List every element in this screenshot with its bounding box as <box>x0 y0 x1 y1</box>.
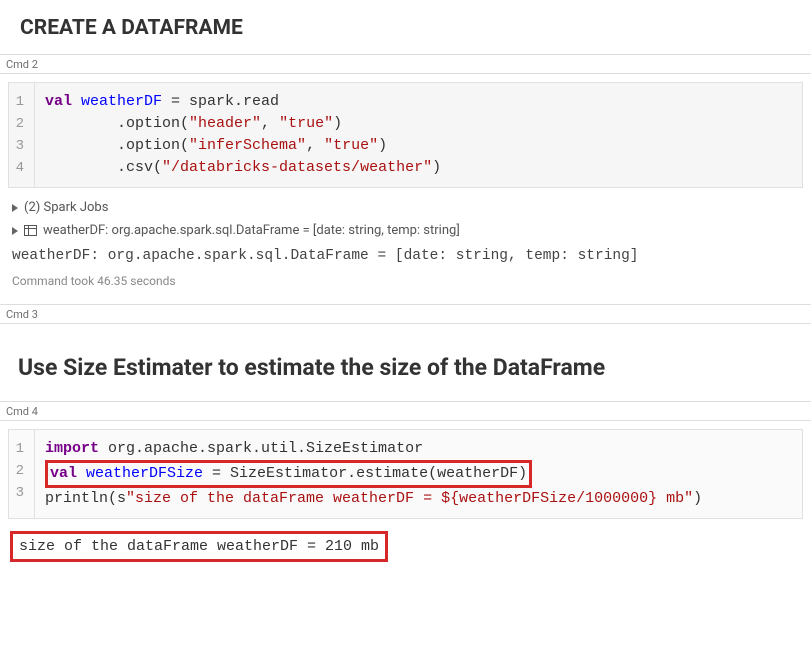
heading-size-estimater: Use Size Estimater to estimate the size … <box>0 324 811 401</box>
code-text: , <box>306 137 324 154</box>
line-number: 1 <box>15 91 24 113</box>
code-text: ) <box>432 159 441 176</box>
code-text: ) <box>693 490 702 507</box>
code-string: "inferSchema" <box>189 137 306 154</box>
line-number: 1 <box>15 438 24 460</box>
heading-create-dataframe: CREATE A DATAFRAME <box>0 0 811 54</box>
line-number: 3 <box>15 482 24 504</box>
schema-row[interactable]: weatherDF: org.apache.spark.sql.DataFram… <box>10 219 801 242</box>
code-var: weatherDFSize <box>77 465 203 482</box>
result-output: size of the dataFrame weatherDF = 210 mb <box>10 531 388 562</box>
console-output: weatherDF: org.apache.spark.sql.DataFram… <box>10 242 801 268</box>
code-keyword: val <box>45 93 72 110</box>
code-text: .option( <box>45 115 189 132</box>
line-number: 4 <box>15 157 24 179</box>
code-body[interactable]: import org.apache.spark.util.SizeEstimat… <box>35 430 712 518</box>
code-string: "/databricks-datasets/weather" <box>162 159 432 176</box>
code-text: , <box>261 115 279 132</box>
expand-icon <box>12 204 18 212</box>
highlighted-code-line2: val weatherDFSize = SizeEstimator.estima… <box>45 460 532 488</box>
code-text: = spark.read <box>162 93 279 110</box>
timing-text: Command took 46.35 seconds <box>10 268 801 298</box>
output-area-1: (2) Spark Jobs weatherDF: org.apache.spa… <box>10 196 801 298</box>
code-string: "size of the dataFrame weatherDF = ${wea… <box>126 490 693 507</box>
code-text: ) <box>333 115 342 132</box>
code-text: .option( <box>45 137 189 154</box>
code-var: weatherDF <box>72 93 162 110</box>
line-number: 3 <box>15 135 24 157</box>
code-keyword: val <box>50 465 77 482</box>
cmd-label-2: Cmd 2 <box>0 54 811 74</box>
line-number: 2 <box>15 113 24 135</box>
code-cell-2[interactable]: 1 2 3 import org.apache.spark.util.SizeE… <box>8 429 803 519</box>
line-gutter: 1 2 3 <box>9 430 35 518</box>
code-keyword: import <box>45 440 99 457</box>
code-string: "header" <box>189 115 261 132</box>
table-icon <box>24 225 37 236</box>
schema-text: weatherDF: org.apache.spark.sql.DataFram… <box>43 223 460 238</box>
code-string: "true" <box>324 137 378 154</box>
spark-jobs-label: (2) Spark Jobs <box>24 200 108 215</box>
cmd-label-3: Cmd 3 <box>0 304 811 324</box>
code-string: "true" <box>279 115 333 132</box>
code-cell-1[interactable]: 1 2 3 4 val weatherDF = spark.read .opti… <box>8 82 803 188</box>
expand-icon <box>12 227 18 235</box>
code-text: org.apache.spark.util.SizeEstimator <box>99 440 423 457</box>
code-body[interactable]: val weatherDF = spark.read .option("head… <box>35 83 451 187</box>
code-text: .csv( <box>45 159 162 176</box>
line-gutter: 1 2 3 4 <box>9 83 35 187</box>
line-number: 2 <box>15 460 24 482</box>
spark-jobs-row[interactable]: (2) Spark Jobs <box>10 196 801 219</box>
code-text: = SizeEstimator.estimate(weatherDF) <box>203 465 527 482</box>
cmd-label-4: Cmd 4 <box>0 401 811 421</box>
code-text: ) <box>378 137 387 154</box>
code-text: println(s <box>45 490 126 507</box>
